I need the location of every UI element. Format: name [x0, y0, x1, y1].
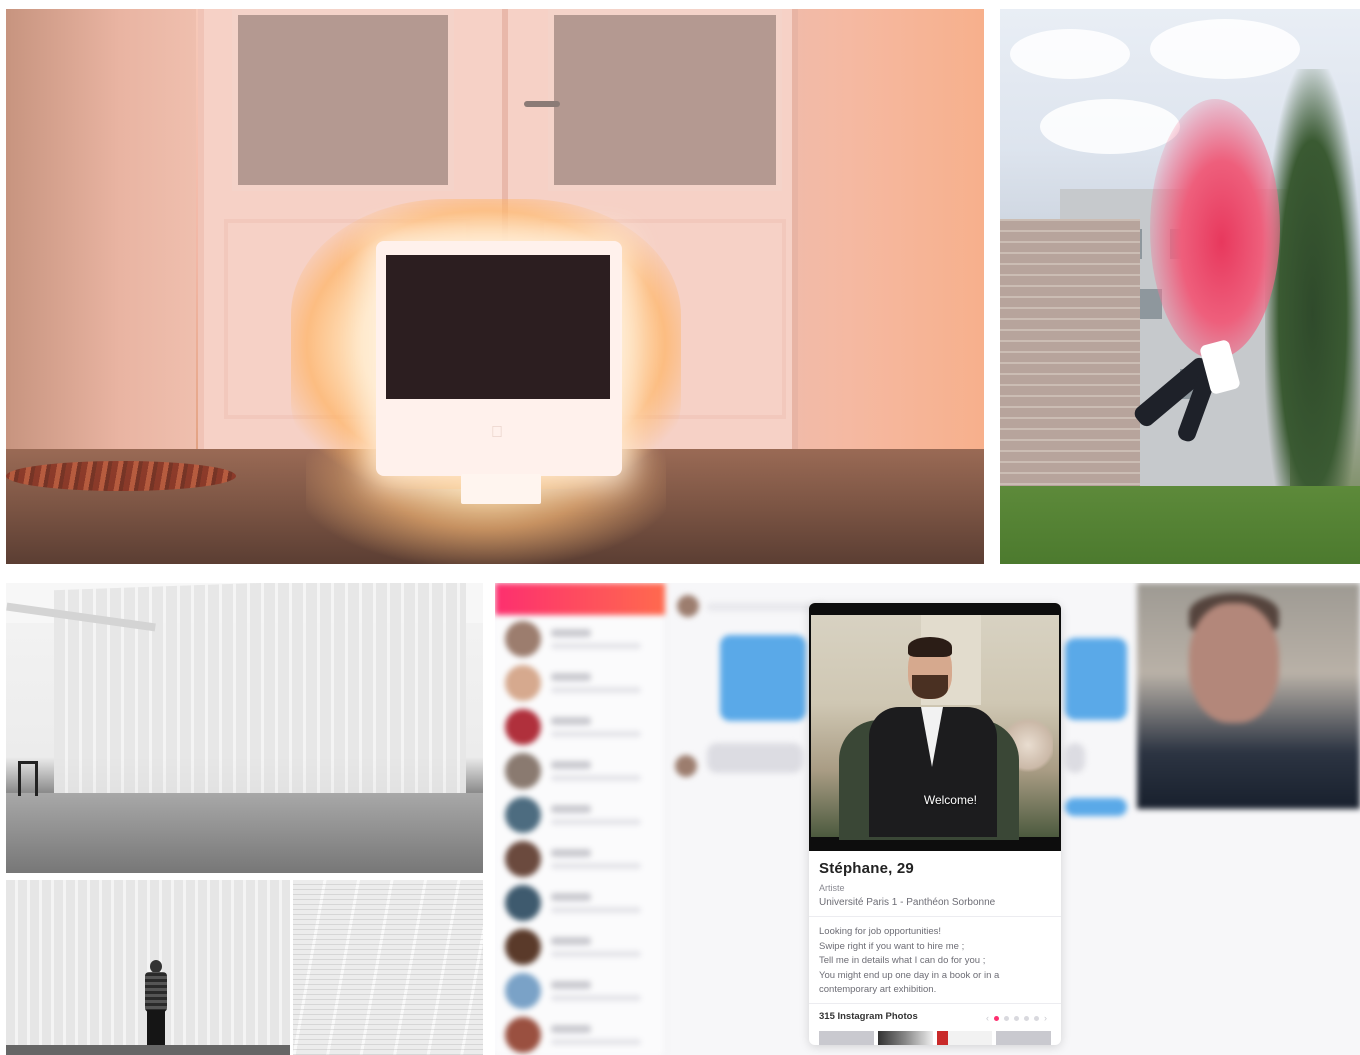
imac-computer: : [376, 241, 622, 476]
imac-screen: [386, 255, 610, 399]
conversation-item: [505, 621, 655, 661]
chat-avatar: [675, 755, 825, 795]
conversation-item: [505, 753, 655, 793]
imac-stand: [461, 474, 541, 504]
photo-gallery-wall: [6, 583, 483, 873]
profile-bio: Looking for job opportunities! Swipe rig…: [819, 925, 1051, 998]
pink-smoke: [1150, 99, 1280, 359]
gallery-chair: [18, 761, 38, 796]
dating-app-screenshot: Welcome! Stéphane, 29 Artiste Université…: [495, 583, 1360, 1055]
paper-text-lines: [293, 880, 483, 1055]
bio-line: contemporary art exhibition.: [819, 984, 937, 995]
instagram-pager[interactable]: ‹ ›: [986, 1013, 1047, 1023]
instagram-thumbnails: [819, 1031, 1051, 1045]
tree: [1265, 69, 1360, 514]
instagram-thumbnail[interactable]: [937, 1031, 992, 1045]
bio-line: Looking for job opportunities!: [819, 926, 941, 937]
instagram-thumbnail[interactable]: [819, 1031, 874, 1045]
photo-pink-smoke-man: [1000, 9, 1360, 564]
profile-video[interactable]: Welcome!: [809, 603, 1061, 851]
bio-line: Swipe right if you want to hire me ;: [819, 940, 965, 952]
photo-wall-left: [6, 9, 196, 479]
apple-logo-icon: : [489, 424, 505, 442]
man-hair: [908, 637, 952, 657]
bio-line: Tell me in details what I can do for you…: [819, 955, 986, 966]
video-overlay-text: Welcome!: [923, 793, 977, 807]
man-beard: [912, 675, 948, 699]
cloud: [1040, 99, 1180, 154]
profile-school: Université Paris 1 - Panthéon Sorbonne: [819, 897, 996, 908]
gallery-floor: [6, 793, 483, 873]
conversation-item: [505, 885, 655, 925]
pager-dot[interactable]: [1024, 1015, 1029, 1021]
chevron-left-icon[interactable]: ‹: [986, 1013, 989, 1023]
door-pane-right: [548, 9, 782, 191]
chat-bubble-sent: [720, 635, 806, 721]
door-pane-left: [232, 9, 454, 191]
profile-face: [1189, 603, 1279, 723]
blurred-profile-photo: [1137, 583, 1360, 809]
conversation-item: [505, 841, 655, 881]
conversation-item: [505, 797, 655, 837]
instagram-photos-label: 315 Instagram Photos: [819, 1011, 918, 1022]
photo-gallery-visitor: [6, 880, 290, 1055]
brick-wall: [1000, 219, 1140, 494]
conversation-sidebar: [495, 583, 665, 1055]
card-divider: [809, 916, 1061, 917]
pager-dot-active[interactable]: [994, 1015, 999, 1021]
pager-dot[interactable]: [1034, 1015, 1039, 1021]
app-topbar: [495, 583, 665, 615]
conversation-item: [505, 709, 655, 749]
conversation-item: [505, 973, 655, 1013]
visitor-person: [143, 960, 169, 1055]
photo-burning-imac: : [6, 9, 984, 564]
profile-name-age: Stéphane, 29: [819, 860, 914, 877]
profile-job: Artiste: [819, 883, 845, 893]
chevron-right-icon[interactable]: ›: [1044, 1013, 1047, 1023]
conversation-item: [505, 1017, 655, 1055]
pager-dot[interactable]: [1014, 1015, 1019, 1021]
cloud: [1010, 29, 1130, 79]
fallen-leaves: [6, 461, 236, 491]
chat-bubble-sent: [1065, 798, 1127, 816]
profile-card[interactable]: Welcome! Stéphane, 29 Artiste Université…: [809, 603, 1061, 1045]
instagram-thumbnail[interactable]: [996, 1031, 1051, 1045]
conversation-item: [505, 665, 655, 705]
chat-bubble-received: [1065, 743, 1085, 773]
visitor-body: [145, 972, 167, 1012]
photo-papers-closeup: [293, 880, 483, 1055]
bio-line: You might end up one day in a book or in…: [819, 969, 1000, 981]
conversation-item: [505, 929, 655, 969]
instagram-thumbnail[interactable]: [878, 1031, 933, 1045]
photo-wall-right: [789, 9, 984, 479]
gallery-floor: [6, 1045, 290, 1055]
card-divider: [809, 1003, 1061, 1004]
grass: [1000, 486, 1360, 564]
door-handle: [524, 101, 560, 107]
pager-dot[interactable]: [1004, 1015, 1009, 1021]
chat-bubble-sent: [1065, 638, 1127, 720]
chat-header: [677, 595, 827, 635]
